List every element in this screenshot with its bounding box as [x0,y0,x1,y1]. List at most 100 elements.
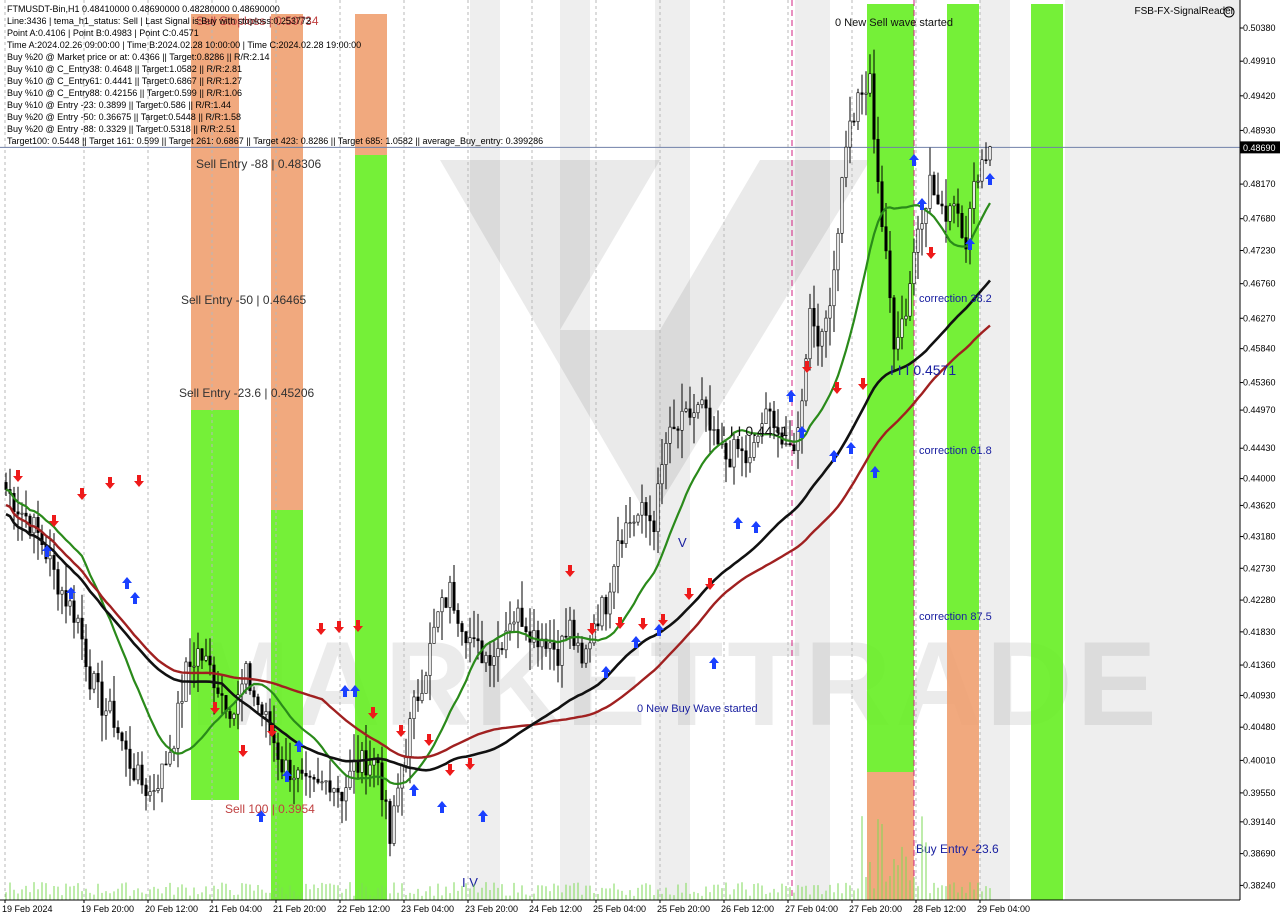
candle-body [608,591,612,615]
candle-body [828,305,832,319]
candle-body [704,399,708,409]
correction-87-label: correction 87.5 [919,611,992,623]
candle-body [388,801,392,844]
shaded-band [1065,0,1240,900]
candle-body [832,269,836,307]
candle-body [696,404,700,414]
candle-body [660,464,664,485]
candle-body [940,203,944,207]
candle-body [856,92,860,122]
candle-body [460,623,464,632]
candle-body [332,788,336,793]
candle-body [916,228,920,253]
y-tick-label: 0.45360 [1243,378,1276,388]
candle-body [80,617,84,640]
candle-body [424,675,428,694]
candle-body [76,617,80,623]
x-tick-label: 19 Feb 20:00 [81,904,134,914]
candle-body [152,790,156,792]
y-tick-label: 0.48170 [1243,179,1276,189]
candle-body [20,512,24,515]
candle-body [880,181,884,227]
candle-body [192,665,196,668]
candle-body [628,522,632,524]
shaded-band [560,0,590,900]
x-tick-label: 19 Feb 2024 [2,904,53,914]
candle-body [432,626,436,644]
candle-body [116,727,120,734]
candle-body [188,661,192,667]
sell-entry-50-label: Sell Entry -50 | 0.46465 [181,293,307,307]
info-line: Buy %20 @ Market price or at: 0.4366 || … [7,52,270,62]
signal-zone [947,630,979,900]
candle-body [616,540,620,567]
wave-iv-label: I V [462,875,478,890]
candle-body [548,642,552,649]
candle-body [476,638,480,642]
signal-zone [355,14,387,155]
y-tick-label: 0.44430 [1243,443,1276,453]
candle-body [464,631,468,644]
x-tick-label: 21 Feb 20:00 [273,904,326,914]
y-tick-label: 0.44970 [1243,405,1276,415]
info-line: Line:3436 | tema_h1_status: Sell | Last … [7,16,311,26]
candle-body [4,482,8,490]
candle-body [216,687,220,694]
candle-body [308,775,312,778]
candle-body [256,696,260,706]
candle-body [336,788,340,793]
candle-body [864,92,868,95]
candle-body [252,690,256,698]
candle-body [168,752,172,765]
signal-zone [1031,4,1063,900]
candle-body [68,600,72,607]
candle-body [24,512,28,517]
candle-body [412,696,416,719]
candle-body [16,511,20,515]
candle-body [132,768,136,781]
candle-body [148,791,152,797]
candle-body [96,673,100,683]
info-line: Buy %20 @ Entry -88: 0.3329 || Target:0.… [7,124,236,134]
candle-body [700,399,704,405]
candle-body [736,439,740,450]
y-tick-label: 0.39550 [1243,788,1276,798]
candle-body [100,681,104,716]
info-line: Buy %10 @ C_Entry88: 0.42156 || Target:0… [7,88,242,98]
y-tick-label: 0.49420 [1243,91,1276,101]
candle-body [208,655,212,666]
candle-body [724,443,728,460]
candle-body [456,610,460,624]
x-tick-label: 26 Feb 12:00 [721,904,774,914]
info-line: Buy %20 @ Entry -50: 0.36675 || Target:0… [7,112,241,122]
y-tick-label: 0.45840 [1243,344,1276,354]
candle-body [468,637,472,644]
candle-body [748,457,752,464]
candle-body [684,408,688,412]
candle-body [108,700,112,712]
candle-body [492,656,496,666]
candle-body [296,769,300,779]
candle-body [196,648,200,667]
candle-body [744,450,748,464]
candle-body [440,597,444,613]
correction-38-label: correction 38.2 [919,293,992,305]
candle-body [52,555,56,570]
symbol-line: FTMUSDT-Bin,H1 0.48410000 0.48690000 0.4… [7,4,280,14]
candle-body [712,429,716,431]
info-line: Buy %10 @ C_Entry61: 0.4441 || Target:0.… [7,76,242,86]
candle-body [260,704,264,715]
candle-body [564,635,568,638]
candle-body [812,308,816,327]
y-tick-label: 0.43180 [1243,532,1276,542]
sell-entry-88-label: Sell Entry -88 | 0.48306 [196,157,322,171]
candle-body [300,769,304,774]
candle-body [860,92,864,95]
candle-body [672,426,676,430]
candle-body [908,283,912,317]
candle-body [120,732,124,742]
candle-body [652,520,656,533]
x-tick-label: 24 Feb 12:00 [529,904,582,914]
candle-body [232,713,236,719]
correction-61-label: correction 61.8 [919,445,992,457]
